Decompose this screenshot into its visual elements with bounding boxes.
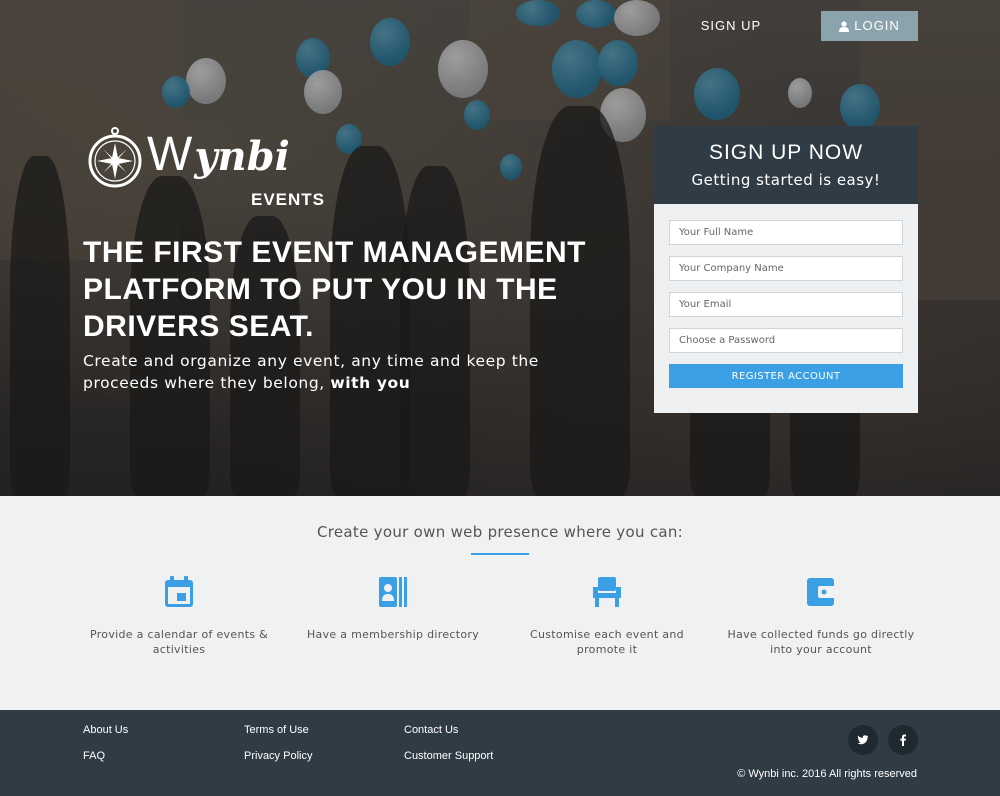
company-name-input[interactable] [669,256,903,281]
feature-text: Have a membership directory [306,628,480,641]
chair-icon [593,577,621,607]
hero-section: SIGN UP LOGIN W ynbi EVENTS THE FIRST EV… [0,0,1000,496]
signup-card-title: SIGN UP NOW [708,141,864,164]
footer-link-privacy[interactable]: Privacy Policy [244,750,312,762]
feature-text: Customise each event and promote it [530,628,684,656]
nav-login-button[interactable]: LOGIN [821,11,918,41]
nav-signup-link[interactable]: SIGN UP [681,11,781,41]
wallet-icon [807,578,835,606]
twitter-icon [857,735,869,745]
signup-card-subtitle: Getting started is easy! [691,171,881,189]
footer-link-faq[interactable]: FAQ [83,750,105,762]
features-title: Create your own web presence where you c… [316,523,684,541]
hero-subhead: Create and organize any event, any time … [83,350,603,394]
feature-text: Have collected funds go directly into yo… [727,628,915,656]
brand-subtitle: EVENTS [251,190,326,209]
feature-text: Provide a calendar of events & activitie… [89,628,269,656]
full-name-input[interactable] [669,220,903,245]
top-nav: SIGN UP LOGIN [681,11,918,41]
facebook-icon [900,734,906,746]
nav-login-label: LOGIN [854,18,900,33]
brand-wordmark: W ynbi [147,127,290,185]
facebook-button[interactable] [888,725,918,755]
brand-rest: ynbi [194,133,290,180]
brand-logo[interactable]: W ynbi EVENTS [87,127,324,209]
signup-card: SIGN UP NOW Getting started is easy! REG… [654,126,918,413]
user-icon [839,20,850,32]
twitter-button[interactable] [848,725,878,755]
feature-item-membership: Have a membership directory [293,576,493,642]
signup-card-header: SIGN UP NOW Getting started is easy! [654,126,918,204]
feature-item-funds: Have collected funds go directly into yo… [721,576,921,657]
register-account-button[interactable]: REGISTER ACCOUNT [669,364,903,388]
brand-initial: W [147,128,193,181]
hero-subhead-text: Create and organize any event, any time … [83,352,539,392]
hero-headline: THE FIRST EVENT MANAGEMENT PLATFORM TO P… [83,236,587,343]
membership-directory-icon [379,577,407,607]
footer-link-support[interactable]: Customer Support [404,750,493,762]
footer-link-contact[interactable]: Contact Us [404,724,458,736]
calendar-icon [165,576,193,607]
footer: About Us FAQ Terms of Use Privacy Policy… [0,710,1000,796]
password-input[interactable] [669,328,903,353]
brand-name: W ynbi [147,127,290,185]
email-input[interactable] [669,292,903,317]
compass-icon [88,127,142,188]
features-divider [471,553,529,555]
feature-item-calendar: Provide a calendar of events & activitie… [79,576,279,657]
features-section: Create your own web presence where you c… [0,496,1000,710]
footer-link-about[interactable]: About Us [83,724,128,736]
signup-form: REGISTER ACCOUNT [654,204,918,413]
feature-item-customise: Customise each event and promote it [507,576,707,657]
hero-subhead-emphasis: with you [330,374,411,392]
footer-link-terms[interactable]: Terms of Use [244,724,309,736]
copyright-text: © Wynbi inc. 2016 All rights reserved [737,768,917,780]
